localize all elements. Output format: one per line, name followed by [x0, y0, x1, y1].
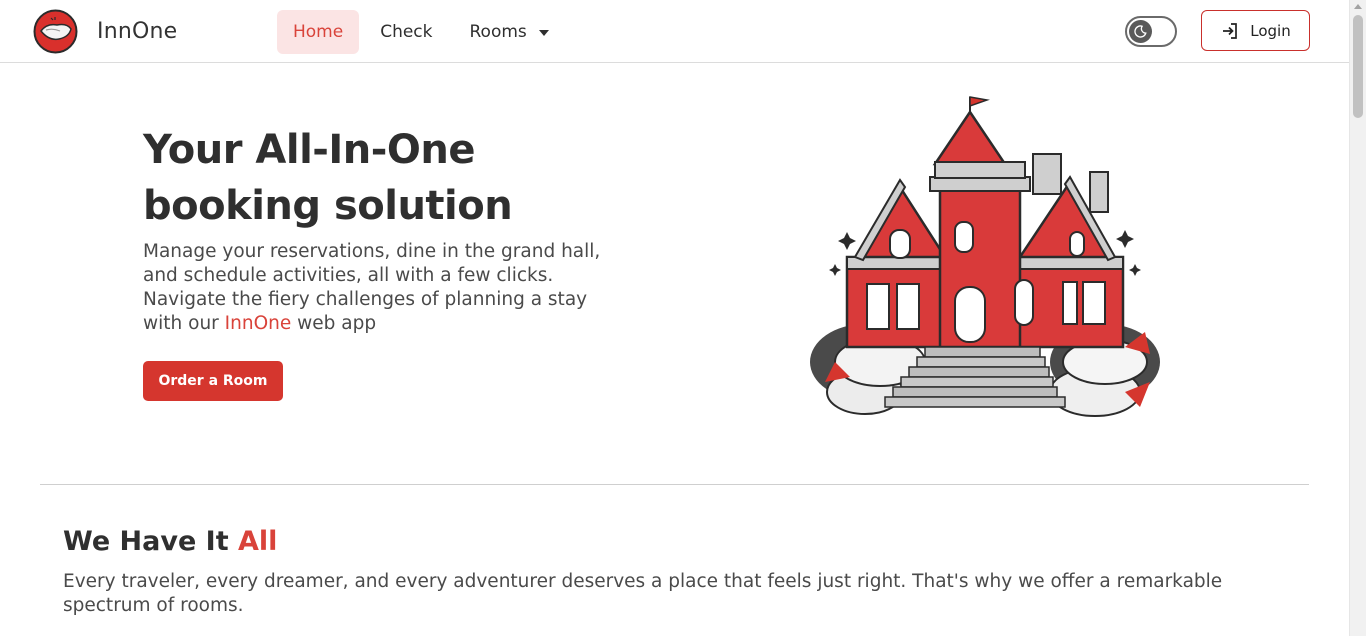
hero-description: Manage your reservations, dine in the gr…	[143, 240, 623, 336]
hero-text-part: web app	[291, 313, 377, 334]
theme-toggle[interactable]	[1125, 16, 1177, 47]
moon-icon	[1129, 20, 1152, 43]
hero-brand-highlight: InnOne	[224, 313, 292, 334]
main-nav: Home Check Rooms	[277, 10, 565, 54]
section-divider	[40, 484, 1309, 485]
brand-name: InnOne	[97, 19, 178, 44]
scroll-up-icon[interactable]	[1354, 4, 1362, 9]
top-navbar: InnOne Home Check Rooms Login	[0, 0, 1349, 63]
hero-title: Your All-In-One booking solution	[143, 127, 513, 229]
login-arrow-icon	[1223, 22, 1238, 39]
section-title: We Have It All	[63, 526, 277, 557]
section-description: Every traveler, every dreamer, and every…	[63, 571, 1223, 616]
chevron-down-icon	[538, 29, 549, 36]
nav-check[interactable]: Check	[364, 10, 448, 54]
login-button[interactable]: Login	[1201, 10, 1310, 51]
nav-rooms-dropdown[interactable]: Rooms	[454, 10, 565, 54]
section-title-main: We Have It	[63, 526, 239, 557]
order-room-button[interactable]: Order a Room	[143, 361, 283, 401]
scroll-thumb[interactable]	[1353, 15, 1363, 118]
nav-rooms-label: Rooms	[469, 22, 527, 42]
brand[interactable]: InnOne	[33, 9, 177, 54]
page-scrollbar[interactable]	[1349, 0, 1366, 636]
nav-home[interactable]: Home	[277, 10, 360, 54]
login-label: Login	[1250, 21, 1291, 40]
inn-house-illustration	[810, 96, 1160, 417]
inn-logo-icon	[33, 9, 78, 54]
section-title-highlight: All	[238, 526, 278, 557]
